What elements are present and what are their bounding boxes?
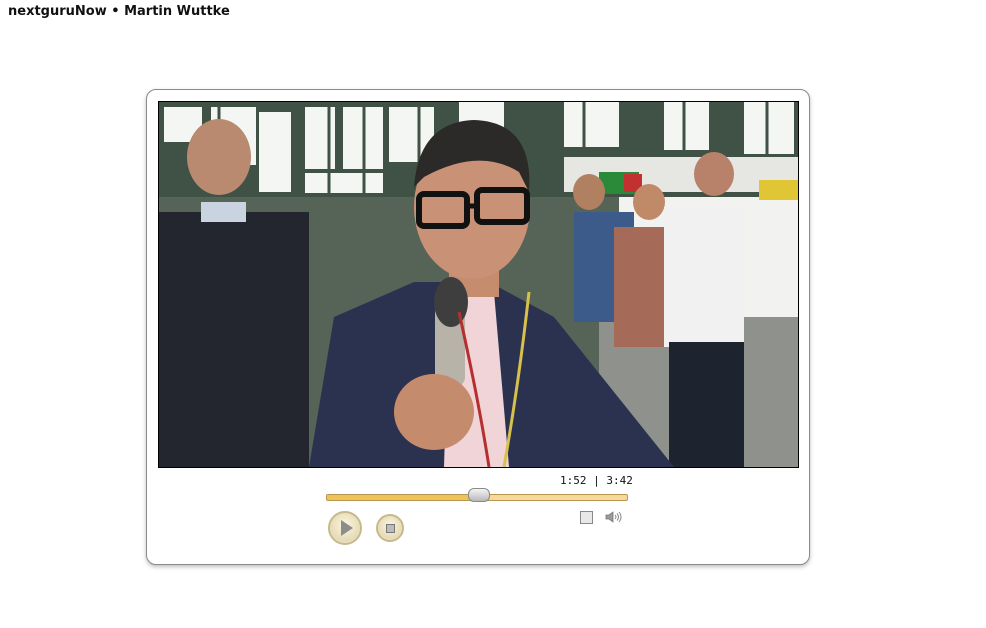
video-still-image <box>159 102 798 467</box>
play-button[interactable] <box>328 511 362 545</box>
play-icon <box>341 520 353 536</box>
fullscreen-icon[interactable] <box>580 511 593 524</box>
current-time: 1:52 <box>560 474 587 487</box>
scrubber-handle[interactable] <box>467 488 490 502</box>
stop-icon <box>386 524 395 533</box>
time-separator: | <box>593 474 600 487</box>
page-title: nextguruNow • Martin Wuttke <box>8 4 230 19</box>
total-time: 3:42 <box>606 474 633 487</box>
video-frame[interactable] <box>158 101 799 468</box>
volume-icon[interactable] <box>605 510 623 524</box>
progress-fill <box>327 495 479 500</box>
video-player: 1:52 | 3:42 <box>146 89 810 565</box>
time-display: 1:52 | 3:42 <box>560 474 633 487</box>
stop-button[interactable] <box>376 514 404 542</box>
